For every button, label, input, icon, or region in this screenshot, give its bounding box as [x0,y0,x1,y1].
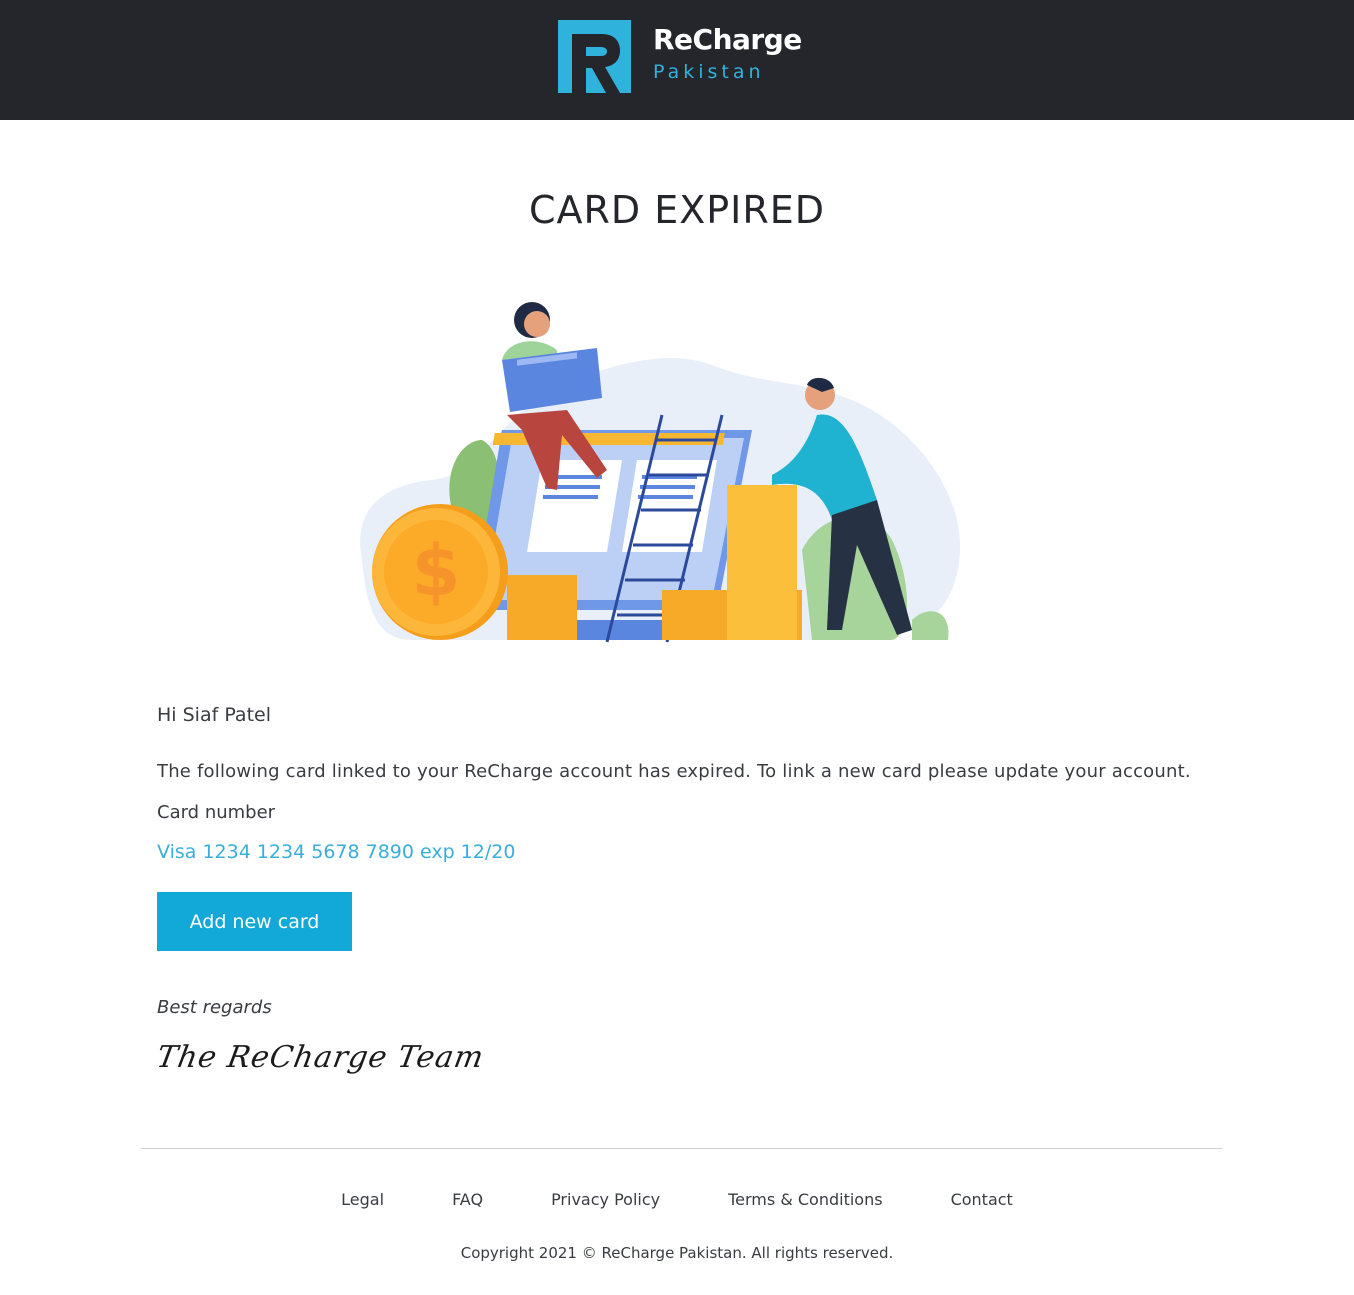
card-number-value: Visa 1234 1234 5678 7890 exp 12/20 [157,841,516,863]
brand-subtitle: Pakistan [653,61,765,83]
recharge-r-logo-icon [558,20,631,93]
brand-name: ReCharge [653,23,802,56]
logo-text: ReCharge Pakistan [653,24,802,84]
footer-link-privacy-policy[interactable]: Privacy Policy [551,1190,660,1209]
copyright-text: Copyright 2021 © ReCharge Pakistan. All … [460,1244,894,1262]
footer-link-contact[interactable]: Contact [951,1190,1013,1209]
footer-link-faq[interactable]: FAQ [452,1190,483,1209]
best-regards: Best regards [157,997,272,1018]
team-signature: The ReCharge Team [153,1040,487,1075]
footer-link-legal[interactable]: Legal [341,1190,384,1209]
payment-card-illustration-icon: $ [360,302,961,643]
footer-divider [141,1148,1223,1149]
page-title: CARD EXPIRED [528,188,826,232]
svg-text:$: $ [412,530,461,612]
card-number-label: Card number [157,802,276,823]
add-new-card-button[interactable]: Add new card [157,892,352,951]
email-header: ReCharge Pakistan [0,0,1354,120]
brand-logo[interactable]: ReCharge Pakistan [558,20,802,93]
footer-links: Legal FAQ Privacy Policy Terms & Conditi… [0,1190,1354,1209]
expiry-message: The following card linked to your ReChar… [157,761,1191,782]
greeting: Hi Siaf Patel [157,704,271,726]
footer-link-terms[interactable]: Terms & Conditions [728,1190,882,1209]
